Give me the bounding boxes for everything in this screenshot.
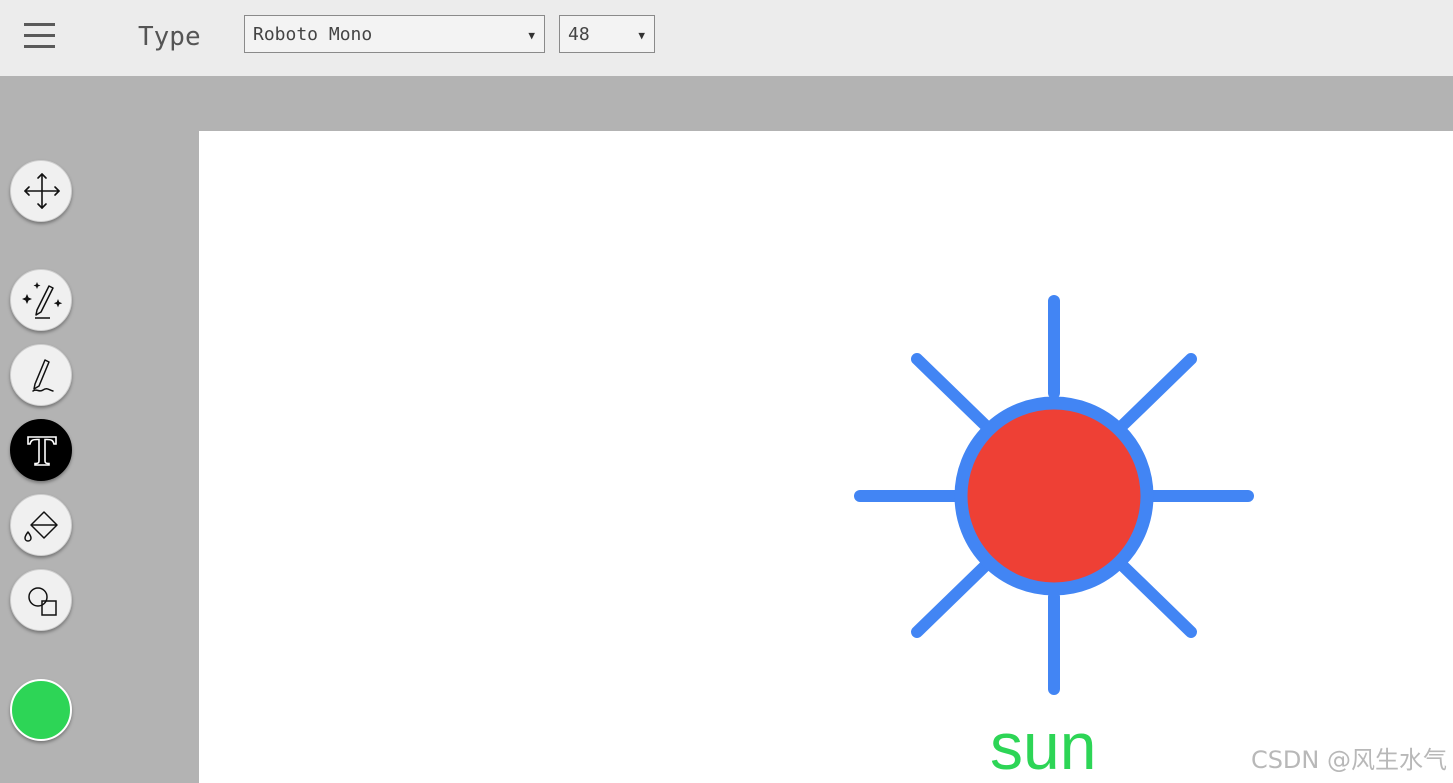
magic-pencil-sparkles-icon <box>22 282 63 319</box>
shapes-tool-button[interactable] <box>10 569 72 631</box>
tool-mode-label: Type <box>138 22 201 52</box>
sun-ray <box>911 560 991 638</box>
font-size-value: 48 <box>568 24 590 45</box>
text-t-icon <box>27 436 57 466</box>
move-arrows-icon <box>24 173 60 209</box>
paint-bucket-icon <box>24 511 58 542</box>
canvas-text-sun[interactable]: sun <box>990 709 1096 783</box>
current-color-swatch[interactable] <box>10 679 72 741</box>
dropdown-arrow-icon: ▼ <box>528 29 535 42</box>
watermark: CSDN @风生水气 <box>1250 746 1447 774</box>
pencil-icon <box>32 359 54 392</box>
move-tool-button[interactable] <box>10 160 72 222</box>
pencil-tool-button[interactable] <box>10 344 72 406</box>
app-window: Type Roboto Mono ▼ 48 ▼ sun CSDN @风生水气 <box>0 0 1453 783</box>
font-size-select[interactable]: 48 ▼ <box>559 15 655 53</box>
sun-ray <box>1117 560 1197 638</box>
sun-drawing <box>854 295 1254 695</box>
dropdown-arrow-icon: ▼ <box>638 29 645 42</box>
sun-circle <box>954 396 1154 596</box>
font-family-select[interactable]: Roboto Mono ▼ <box>244 15 545 53</box>
fill-tool-button[interactable] <box>10 494 72 556</box>
drawing-canvas[interactable]: sun <box>199 131 1453 783</box>
sun-ray <box>911 353 991 431</box>
magic-draw-tool-button[interactable] <box>10 269 72 331</box>
shapes-icon <box>28 587 57 616</box>
type-tool-button[interactable] <box>10 419 72 481</box>
font-family-value: Roboto Mono <box>253 24 373 45</box>
sun-ray <box>1117 353 1197 431</box>
hamburger-menu-icon[interactable] <box>22 21 58 51</box>
top-toolbar: Type Roboto Mono ▼ 48 ▼ <box>0 0 1453 76</box>
